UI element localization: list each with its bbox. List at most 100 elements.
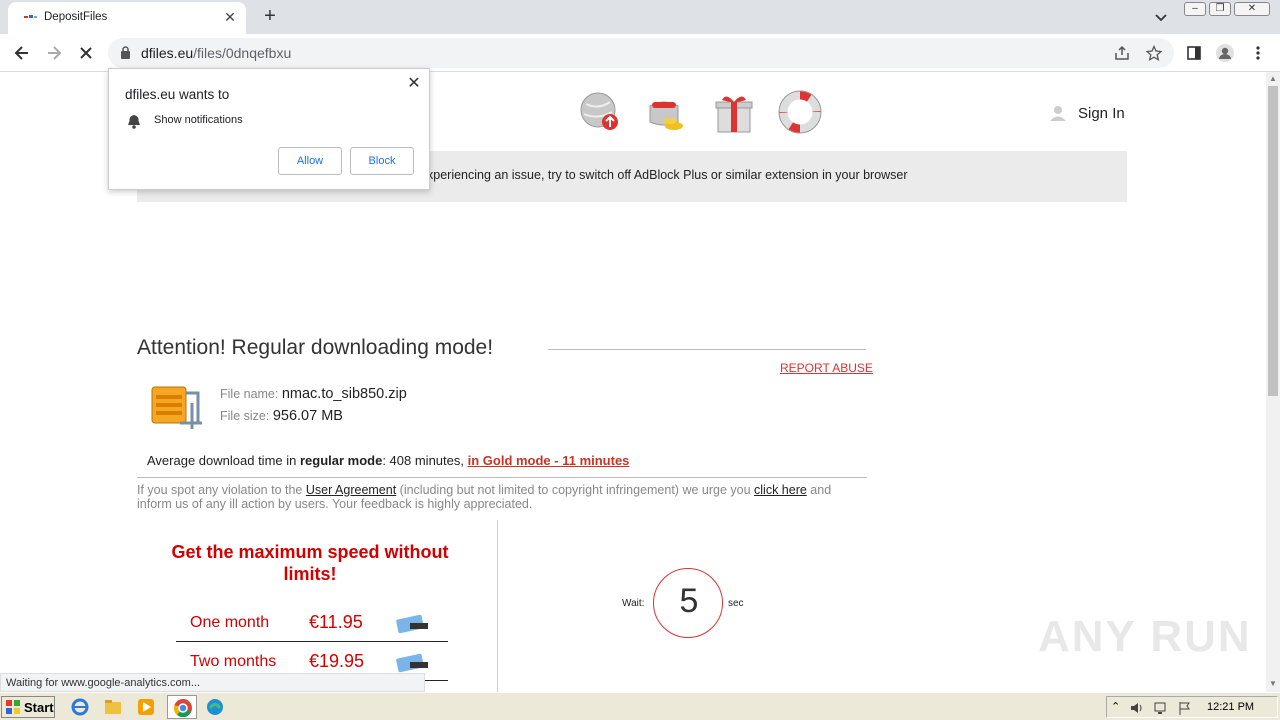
gift-icon[interactable] [712, 90, 756, 134]
user-agreement-link[interactable]: User Agreement [306, 483, 396, 497]
taskbar-clock[interactable]: 12:21 PM [1207, 701, 1254, 713]
title-divider [548, 349, 866, 350]
globe-upload-icon[interactable] [578, 90, 622, 134]
start-button[interactable]: Start [1, 696, 55, 718]
depositfiles-favicon [24, 15, 37, 18]
profile-avatar-icon [1216, 44, 1234, 62]
edge-icon[interactable] [205, 697, 225, 717]
plan-one-month[interactable]: One month €11.95 [176, 604, 448, 642]
bookmark-star-icon[interactable] [1146, 45, 1162, 61]
coin-purse-icon[interactable] [644, 90, 688, 134]
taskbar-chrome-active[interactable] [167, 695, 197, 719]
violation-part2: (including but not limited to copyright … [396, 483, 755, 497]
address-bar[interactable]: dfiles.eu/files/0dnqefbxu [108, 38, 1174, 68]
chrome-icon [173, 699, 192, 718]
tab-search-chevron-icon[interactable] [1152, 8, 1170, 26]
network-icon[interactable] [1153, 700, 1169, 716]
file-size-row: File size: 956.07 MB [220, 408, 343, 424]
countdown-timer: 5 [653, 568, 723, 638]
scroll-down-arrow-icon[interactable]: ▼ [1269, 679, 1277, 688]
media-player-icon[interactable] [136, 697, 156, 717]
forward-button[interactable] [42, 41, 66, 65]
file-size-value: 956.07 MB [272, 408, 343, 424]
start-label: Start [24, 699, 54, 715]
profile-button[interactable] [1213, 41, 1237, 65]
tab-depositfiles[interactable]: DepositFiles ✕ [8, 2, 246, 34]
plan-price: €11.95 [309, 612, 363, 632]
tab-close-icon[interactable]: ✕ [222, 9, 238, 25]
zip-archive-icon [151, 386, 202, 429]
close-x-icon [80, 47, 92, 59]
popup-title: dfiles.eu wants to [125, 87, 230, 102]
browser-toolbar: dfiles.eu/files/0dnqefbxu [0, 34, 1280, 72]
windows-taskbar: Start ⌃ 12:21 PM [0, 692, 1280, 720]
adblock-notice-text: xperiencing an issue, try to switch off … [427, 168, 908, 182]
lifebuoy-icon[interactable] [778, 90, 822, 134]
scroll-up-arrow-icon[interactable]: ▲ [1269, 74, 1277, 83]
new-tab-button[interactable]: + [258, 5, 282, 29]
download-mode-title: Attention! Regular downloading mode! [137, 336, 494, 359]
user-icon [1050, 106, 1066, 121]
gold-mode-link[interactable]: in Gold mode - 11 minutes [468, 453, 630, 468]
file-name-value: nmac.to_sib850.zip [281, 386, 407, 402]
tab-strip: DepositFiles ✕ + – ❐ ✕ [0, 0, 1280, 34]
share-icon[interactable] [1114, 45, 1130, 61]
allow-button[interactable]: Allow [278, 147, 342, 175]
volume-icon[interactable] [1129, 700, 1145, 716]
action-center-flag-icon[interactable] [1177, 700, 1193, 716]
credit-card-icon [396, 614, 428, 634]
wait-label: Wait: [622, 598, 645, 609]
side-panel-icon [1187, 46, 1201, 60]
sec-label: sec [728, 598, 744, 609]
file-name-row: File name: nmac.to_sib850.zip [220, 386, 407, 402]
click-here-link[interactable]: click here [754, 483, 807, 497]
chrome-menu-button[interactable] [1246, 41, 1270, 65]
section-divider [137, 477, 867, 478]
close-window-button[interactable]: ✕ [1234, 2, 1270, 16]
popup-close-icon[interactable]: ✕ [406, 76, 422, 92]
url-path: /files/0dnqefbxu [193, 45, 292, 61]
plan-name: One month [190, 614, 270, 631]
permission-text: Show notifications [154, 114, 243, 126]
scrollbar-thumb[interactable] [1268, 86, 1278, 396]
avg-value: : 408 minutes, [382, 453, 468, 468]
sign-in-label: Sign In [1078, 104, 1125, 122]
promo-headline: Get the maximum speed without limits! [171, 542, 449, 584]
plan-price: €19.95 [309, 651, 365, 671]
windows-logo-icon [6, 700, 20, 714]
kebab-menu-icon [1256, 46, 1260, 60]
anyrun-watermark: ANY RUN [1038, 612, 1252, 661]
lock-icon [121, 46, 130, 59]
column-divider [497, 520, 498, 692]
notification-permission-popup: dfiles.eu wants to ✕ Show notifications … [108, 68, 430, 190]
back-arrow-icon [14, 46, 28, 60]
countdown-seconds: 5 [679, 582, 699, 620]
avg-mode: regular mode [299, 453, 383, 468]
restore-window-button[interactable]: ❐ [1209, 2, 1231, 16]
credit-card-icon [396, 653, 428, 673]
violation-notice: If you spot any violation to the User Ag… [137, 483, 867, 511]
violation-part1: If you spot any violation to the [137, 483, 306, 497]
stop-loading-button[interactable] [74, 41, 98, 65]
file-size-label: File size: [220, 409, 270, 423]
plan-divider [176, 641, 448, 642]
internet-explorer-icon[interactable] [70, 697, 90, 717]
report-abuse-link[interactable]: REPORT ABUSE [780, 361, 873, 375]
back-button[interactable] [10, 41, 34, 65]
tray-expand-icon[interactable]: ⌃ [1111, 700, 1120, 713]
url-text: dfiles.eu/files/0dnqefbxu [141, 45, 291, 61]
tab-title: DepositFiles [44, 11, 108, 23]
average-download-time: Average download time in regular mode: 4… [147, 453, 629, 468]
file-name-label: File name: [220, 387, 279, 401]
avg-prefix: Average download time in [147, 453, 300, 468]
minimize-window-button[interactable]: – [1184, 2, 1206, 16]
side-panel-button[interactable] [1182, 41, 1206, 65]
plan-name: Two months [190, 653, 277, 670]
file-explorer-icon[interactable] [103, 697, 123, 717]
sign-in-link[interactable]: Sign In [1048, 104, 1125, 122]
block-button[interactable]: Block [350, 147, 414, 175]
page-scrollbar[interactable]: ▲ ▼ [1266, 72, 1280, 692]
url-domain: dfiles.eu [141, 45, 194, 61]
forward-arrow-icon [48, 46, 62, 60]
status-bar: Waiting for www.google-analytics.com... [0, 673, 425, 692]
